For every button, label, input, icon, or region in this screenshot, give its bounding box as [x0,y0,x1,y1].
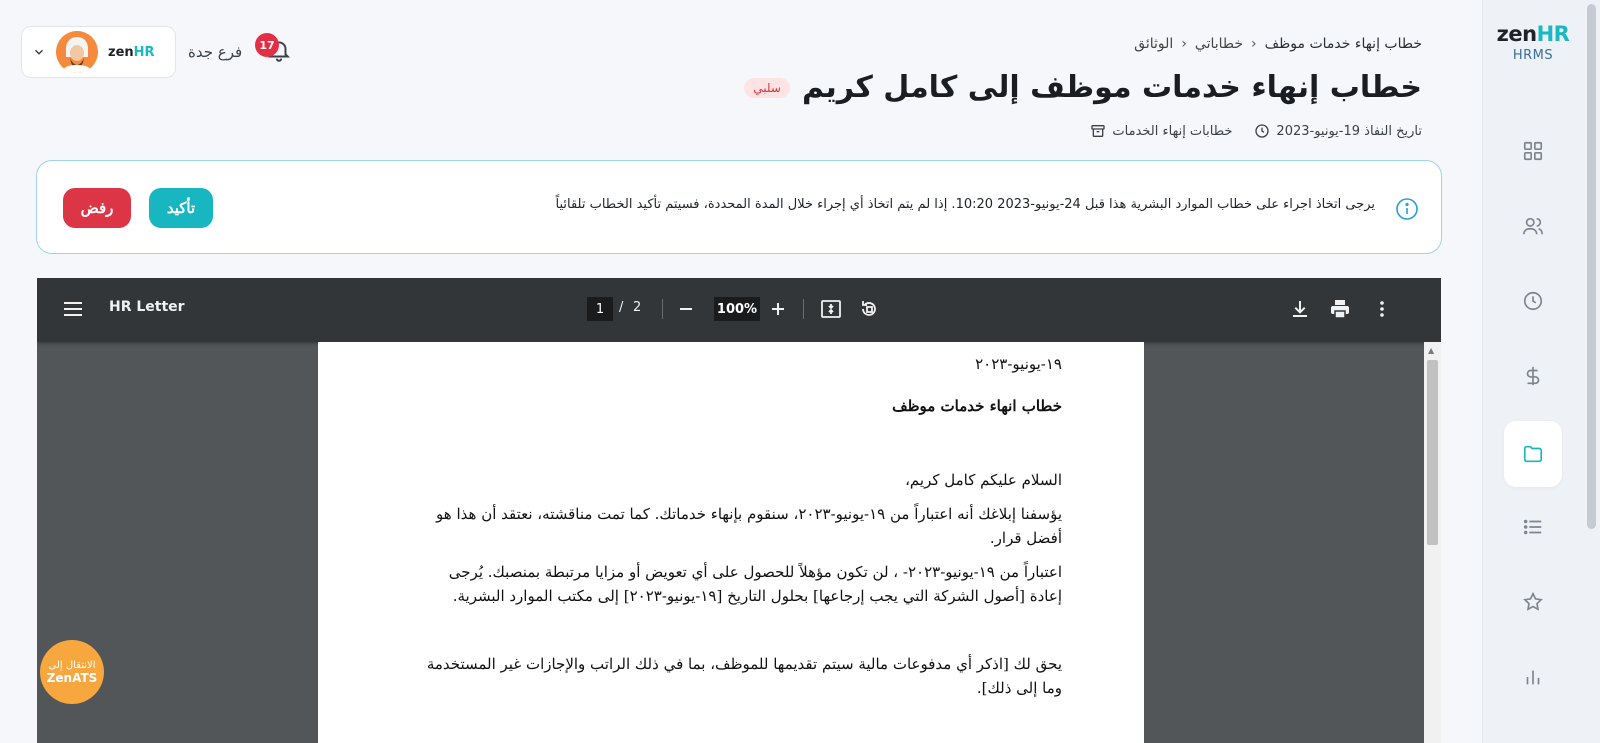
grid-icon [1523,141,1543,161]
star-icon [1523,591,1543,611]
letter-body: ١٩-يونيو-٢٠٢٣ خطاب انهاء خدمات موظف السل… [414,352,1062,710]
branch-name[interactable]: فرع جدة [188,43,242,61]
page-title: خطاب إنهاء خدمات موظف إلى كامل كريم [801,70,1422,105]
menu-icon[interactable] [63,300,83,318]
letter-date: ١٩-يونيو-٢٠٢٣ [975,355,1062,373]
meta-effective-date: تاريخ النفاذ 19-يونيو-2023 [1254,123,1422,139]
logo-hr-text: HR [1536,22,1570,46]
letter-greeting: السلام عليكم كامل كريم، [905,471,1062,489]
info-icon [1396,198,1418,220]
confirm-button[interactable]: تأكيد [149,188,213,228]
meta-category-text: خطابات إنهاء الخدمات [1112,123,1233,139]
chevron-down-icon [32,45,46,59]
meta-date-text: تاريخ النفاذ 19-يونيو-2023 [1276,123,1422,139]
alert-message: يرجى اتخاذ اجراء على خطاب الموارد البشري… [555,197,1375,212]
dollar-icon [1526,366,1540,386]
letter-paragraph: اعتباراً من ١٩-يونيو-٢٠٢٣- ، لن تكون مؤه… [448,563,1062,605]
pdf-page: ١٩-يونيو-٢٠٢٣ خطاب انهاء خدمات موظف السل… [318,342,1144,743]
sidebar-item-documents[interactable] [1504,421,1562,487]
fit-page-icon[interactable] [820,298,842,320]
sidebar: zenHR HRMS [1482,0,1600,743]
toolbar-divider [662,299,663,319]
page-number-input[interactable]: 1 [587,297,613,321]
action-alert: يرجى اتخاذ اجراء على خطاب الموارد البشري… [36,160,1442,254]
company-logo: zenHR [108,45,155,60]
meta-category: خطابات إنهاء الخدمات [1090,123,1232,139]
pdf-scrollbar-thumb[interactable] [1427,360,1438,545]
more-vertical-icon[interactable] [1371,298,1393,320]
sidebar-item-attendance[interactable] [1504,268,1562,334]
page-title-row: خطاب إنهاء خدمات موظف إلى كامل كريم سلبي [744,70,1422,105]
breadcrumb-my-letters[interactable]: خطاباتي [1195,36,1243,52]
zenhr-logo[interactable]: zenHR HRMS [1483,22,1583,63]
users-icon [1523,217,1543,235]
breadcrumb: الوثائق ‹ خطاباتي ‹ خطاب إنهاء خدمات موظ… [1134,36,1422,52]
archive-icon [1091,125,1106,137]
download-icon[interactable] [1289,298,1311,320]
breadcrumb-current: خطاب إنهاء خدمات موظف [1264,36,1422,52]
rotate-icon[interactable] [858,298,880,320]
zoom-in-icon[interactable] [767,298,789,320]
user-menu[interactable]: zenHR [21,26,176,78]
sidebar-item-performance[interactable] [1504,569,1562,635]
letter-heading: خطاب انهاء خدمات موظف [892,397,1062,415]
page-separator: / [619,300,624,315]
avatar [56,31,98,73]
sidebar-item-requests[interactable] [1504,494,1562,560]
sidebar-item-employees[interactable] [1504,193,1562,259]
notification-count: 17 [255,33,279,57]
letter-meta: خطابات إنهاء الخدمات تاريخ النفاذ 19-يون… [1090,123,1422,139]
sidebar-item-payroll[interactable] [1504,343,1562,409]
clock-icon [1255,124,1270,138]
pdf-title: HR Letter [109,299,185,315]
zoom-level[interactable]: 100% [714,297,760,321]
logo-subtitle: HRMS [1512,48,1554,63]
page-scrollbar[interactable] [1583,0,1600,743]
page-total: 2 [633,300,642,315]
chevron-left-icon: ‹ [1181,36,1187,52]
clock-icon [1523,291,1543,311]
chart-icon [1526,670,1540,685]
page-scrollbar-thumb[interactable] [1587,4,1596,529]
folder-icon [1523,445,1543,463]
reject-button[interactable]: رفض [63,188,131,228]
toolbar-divider [803,299,804,319]
letter-paragraph: يؤسفنا إبلاغك أنه اعتباراً من ١٩-يونيو-٢… [436,505,1062,547]
go-to-zenats-button[interactable]: الانتقال إلى ZenATS [40,640,104,704]
sidebar-item-reports[interactable] [1504,644,1562,710]
list-icon [1523,519,1542,535]
pdf-viewer: HR Letter 1 / 2 100% ١٩-يونيو-٢٠٢٣ خطاب … [37,278,1441,743]
status-badge: سلبي [744,77,790,98]
logo-zen-text: zen [1496,22,1537,46]
breadcrumb-documents[interactable]: الوثائق [1134,36,1173,52]
zoom-out-icon[interactable] [675,298,697,320]
chevron-left-icon: ‹ [1251,36,1257,52]
pdf-scrollbar[interactable]: ▲ [1424,342,1441,743]
mini-logo-zen: zen [108,44,134,60]
letter-paragraph: يحق لك [اذكر أي مدفوعات مالية سيتم تقديم… [426,655,1062,697]
sidebar-item-dashboard[interactable] [1504,118,1562,184]
print-icon[interactable] [1329,298,1351,320]
zenats-label: ZenATS [46,671,98,685]
scroll-up-icon[interactable]: ▲ [1428,346,1434,355]
pdf-toolbar: HR Letter 1 / 2 100% [37,278,1441,342]
mini-logo-hr: HR [133,44,155,60]
